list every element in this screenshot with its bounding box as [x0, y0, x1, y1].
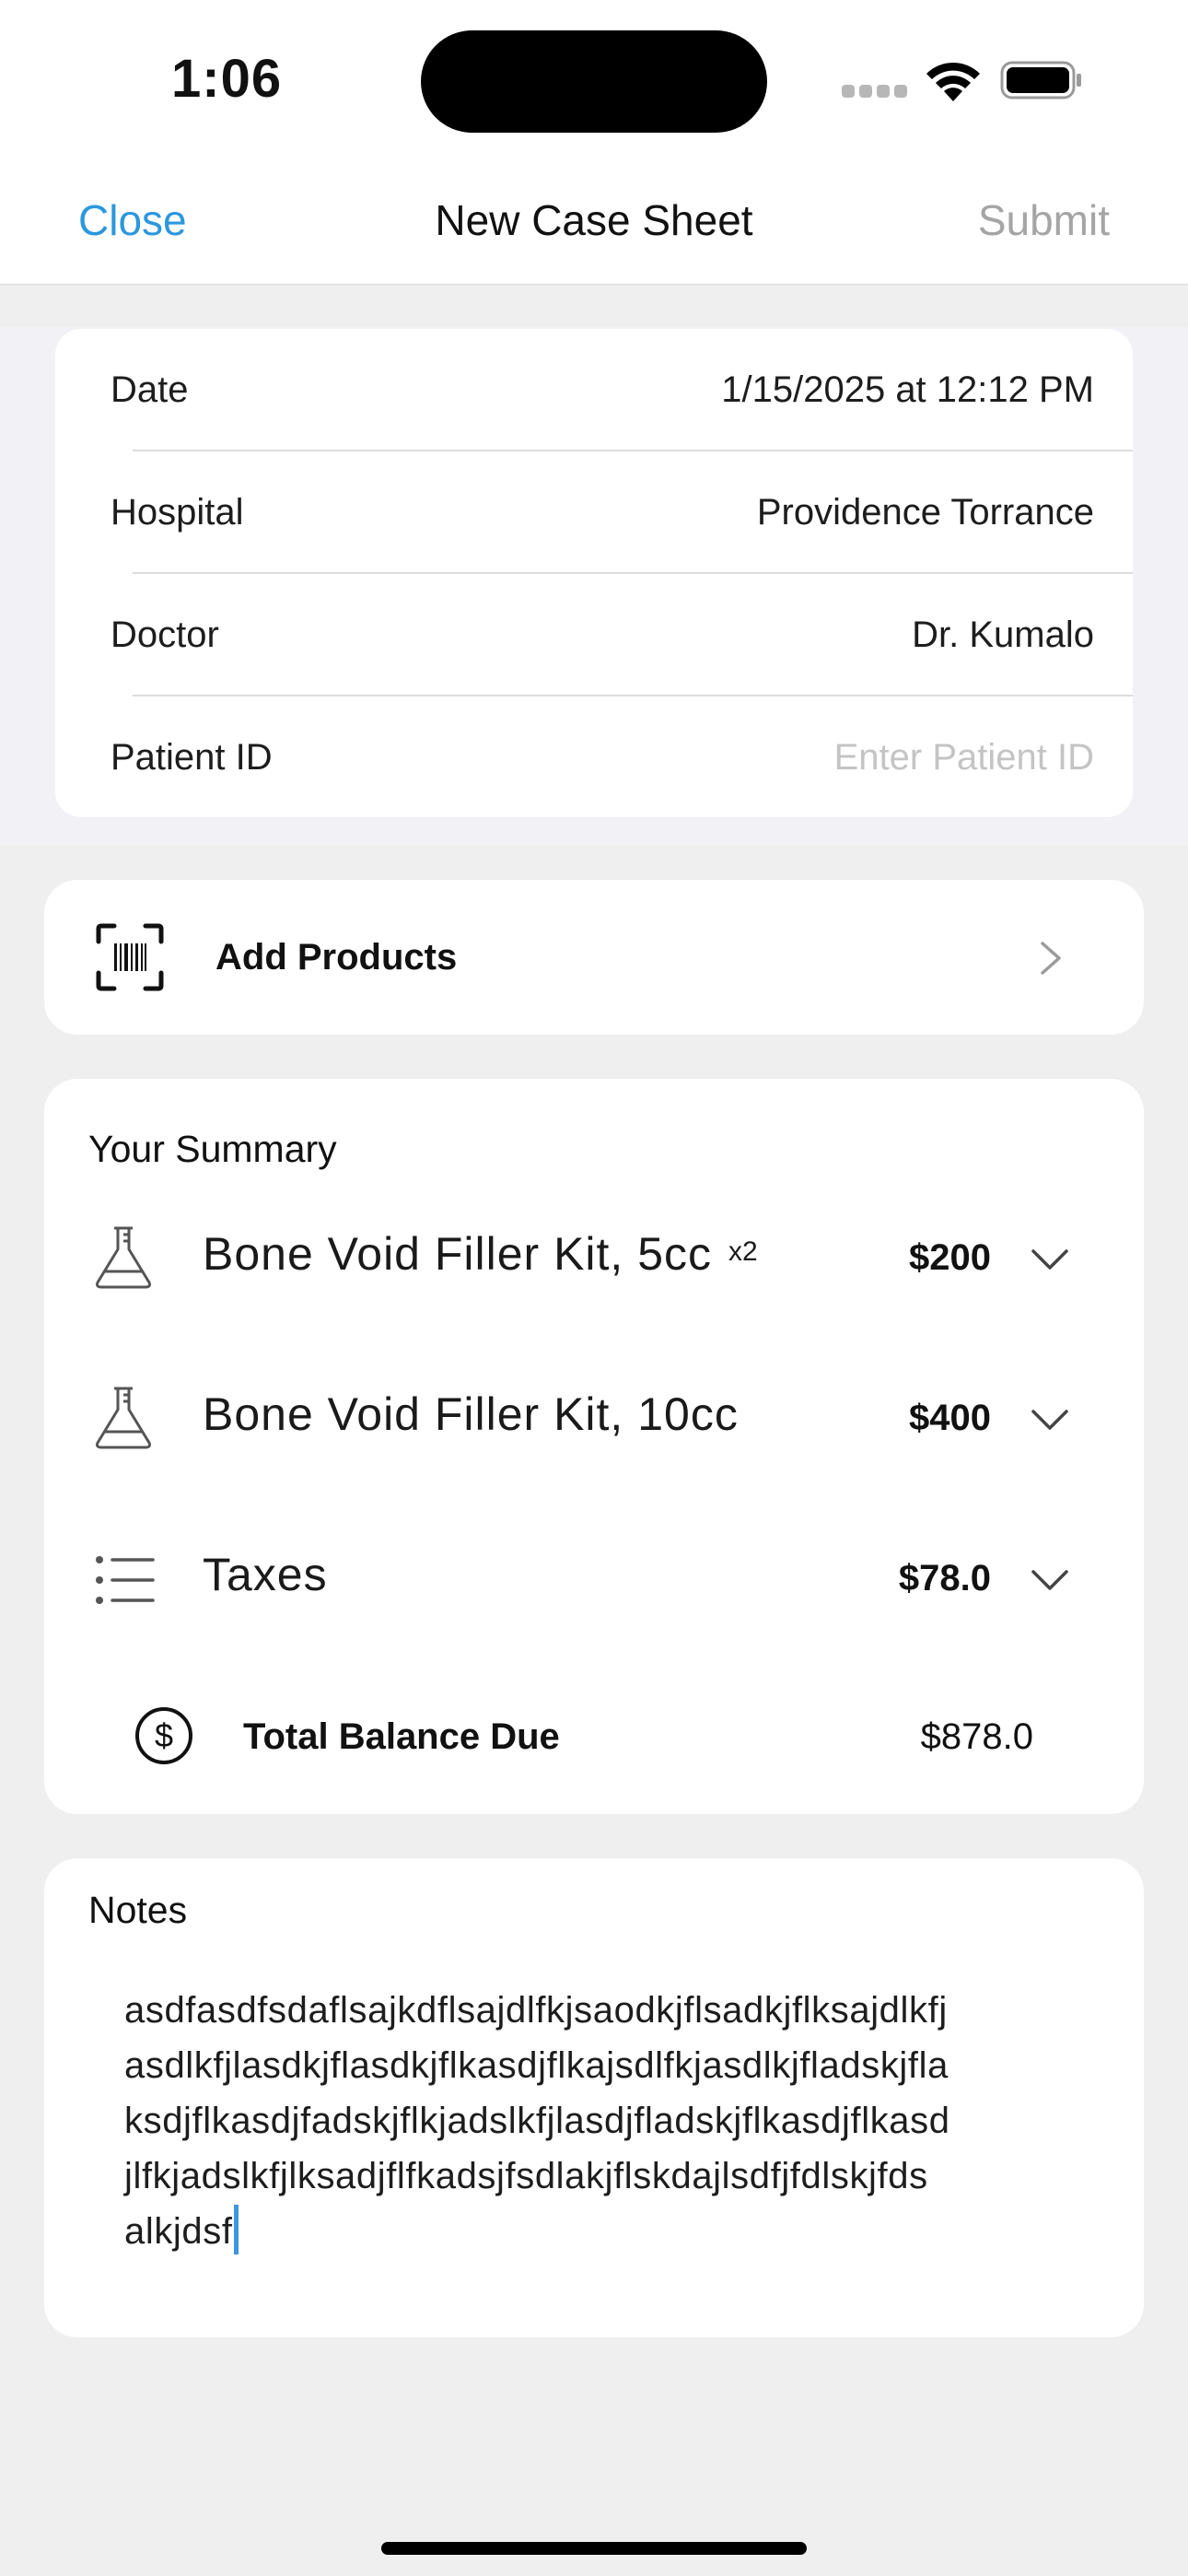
flask-icon: [96, 1387, 151, 1449]
summary-item-price: $78.0: [898, 1558, 991, 1598]
date-label: Date: [111, 369, 189, 410]
doctor-row[interactable]: Doctor Dr. Kumalo: [55, 574, 1133, 697]
list-icon: [96, 1556, 155, 1604]
text-cursor: [233, 2205, 239, 2254]
notes-title: Notes: [88, 1889, 188, 1931]
battery-icon: [1000, 61, 1081, 100]
submit-button[interactable]: Submit: [978, 195, 1110, 245]
hospital-row[interactable]: Hospital Providence Torrance: [55, 451, 1133, 574]
wifi-icon: [926, 62, 980, 101]
doctor-value[interactable]: Dr. Kumalo: [912, 615, 1094, 656]
home-indicator: [381, 2542, 807, 2555]
add-products-button[interactable]: [44, 880, 1144, 1035]
summary-item-price: $400: [909, 1398, 991, 1438]
barcode-scan-icon: [96, 923, 164, 991]
dollar-circle-icon: $: [135, 1707, 192, 1764]
hospital-label: Hospital: [111, 492, 244, 533]
notes-text: asdfasdfsdaflsajkdflsajdlfkjsaodkjflsadk…: [124, 1990, 950, 2252]
date-row[interactable]: Date 1/15/2025 at 12:12 PM: [55, 329, 1133, 451]
patient-id-row: Patient ID: [55, 697, 1133, 819]
add-products-label: Add Products: [215, 937, 458, 978]
notes-textarea[interactable]: asdfasdfsdaflsajkdflsajdlfkjsaodkjflsadk…: [124, 1983, 1045, 2259]
patient-id-input[interactable]: [707, 730, 1094, 785]
summary-item-name: Taxes: [203, 1549, 328, 1600]
svg-text:$: $: [155, 1716, 173, 1754]
flask-icon: [96, 1226, 151, 1289]
date-value[interactable]: 1/15/2025 at 12:12 PM: [721, 369, 1094, 411]
cellular-signal-icon: [842, 85, 907, 98]
summary-card: [44, 1079, 1144, 1814]
total-balance-label: Total Balance Due: [243, 1716, 560, 1757]
patient-id-label: Patient ID: [111, 737, 273, 778]
chevron-down-icon[interactable]: [1030, 1568, 1070, 1592]
chevron-right-icon: [1041, 942, 1061, 975]
hospital-value[interactable]: Providence Torrance: [757, 492, 1094, 533]
chevron-down-icon[interactable]: [1030, 1408, 1070, 1432]
doctor-label: Doctor: [111, 615, 219, 655]
status-time: 1:06: [171, 49, 283, 109]
total-balance-value: $878.0: [920, 1716, 1033, 1757]
summary-title: Your Summary: [88, 1128, 337, 1170]
chevron-down-icon[interactable]: [1030, 1247, 1070, 1271]
dynamic-island: [421, 30, 767, 133]
summary-item-price: $200: [909, 1237, 991, 1278]
summary-item-name: Bone Void Filler Kit, 5cc x2: [203, 1228, 758, 1280]
case-details-card: Date 1/15/2025 at 12:12 PM Hospital Prov…: [55, 329, 1133, 817]
summary-item-name: Bone Void Filler Kit, 10cc: [203, 1388, 739, 1440]
quantity-badge: x2: [728, 1236, 758, 1267]
